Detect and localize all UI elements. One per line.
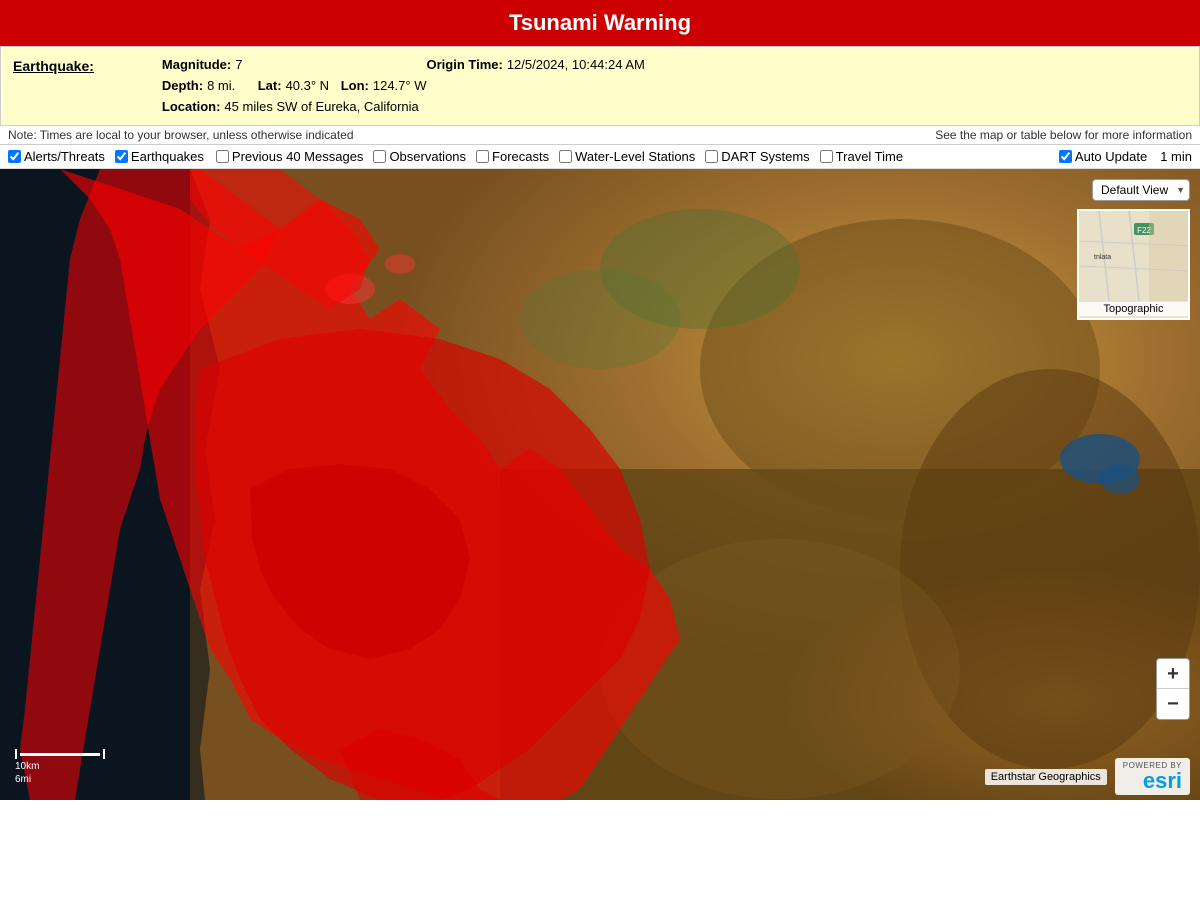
forecasts-checkbox[interactable] [476, 150, 489, 163]
tsunami-warning-header: Tsunami Warning [0, 0, 1200, 46]
forecasts-checkbox-item[interactable]: Forecasts [476, 149, 549, 164]
lat-value: 40.3° N [286, 76, 330, 97]
alerts-threats-checkbox[interactable] [8, 150, 21, 163]
alerts-threats-checkbox-item[interactable]: Alerts/Threats [8, 149, 105, 164]
attribution: Earthstar Geographics POWERED BY esri [985, 758, 1190, 795]
zoom-in-button[interactable]: + [1157, 659, 1189, 689]
esri-badge: POWERED BY esri [1115, 758, 1190, 795]
svg-text:tnlata: tnlata [1094, 254, 1111, 261]
esri-logo: esri [1143, 770, 1182, 792]
checkbox-bar: Alerts/Threats Earthquakes Previous 40 M… [0, 145, 1200, 169]
view-dropdown[interactable]: Default View Topographic Satellite Stree… [1092, 179, 1190, 201]
travel-time-label: Travel Time [836, 149, 903, 164]
lon-value: 124.7° W [373, 76, 427, 97]
note-right: See the map or table below for more info… [935, 128, 1192, 142]
map-view-selector[interactable]: Default View Topographic Satellite Stree… [1092, 179, 1190, 201]
auto-update-label: Auto Update [1075, 149, 1147, 164]
auto-update-section: Auto Update 1 min [1059, 149, 1192, 164]
dart-systems-label: DART Systems [721, 149, 809, 164]
alerts-threats-label: Alerts/Threats [24, 149, 105, 164]
location-value: 45 miles SW of Eureka, California [224, 97, 418, 118]
forecasts-label: Forecasts [492, 149, 549, 164]
view-dropdown-wrapper[interactable]: Default View Topographic Satellite Stree… [1092, 179, 1190, 201]
topo-label: Topographic [1079, 302, 1188, 316]
location-label: Location: [162, 97, 221, 118]
water-level-checkbox-item[interactable]: Water-Level Stations [559, 149, 695, 164]
auto-update-checkbox[interactable] [1059, 150, 1072, 163]
origin-time-label: Origin Time: [426, 55, 502, 76]
earthquakes-checkbox[interactable] [115, 150, 128, 163]
scale-label-km: 10km [15, 761, 39, 772]
previous40-checkbox[interactable] [216, 150, 229, 163]
depth-label: Depth: [162, 76, 203, 97]
auto-update-checkbox-item[interactable]: Auto Update [1059, 149, 1147, 164]
water-level-checkbox[interactable] [559, 150, 572, 163]
lon-label: Lon: [341, 76, 369, 97]
auto-update-interval: 1 min [1160, 149, 1192, 164]
previous40-checkbox-item[interactable]: Previous 40 Messages [216, 149, 364, 164]
travel-time-checkbox-item[interactable]: Travel Time [820, 149, 903, 164]
zoom-controls: + − [1156, 658, 1190, 720]
origin-time-value: 12/5/2024, 10:44:24 AM [507, 55, 645, 76]
magnitude-label: Magnitude: [162, 55, 231, 76]
lat-label: Lat: [258, 76, 282, 97]
earthquakes-checkbox-item[interactable]: Earthquakes [115, 149, 204, 164]
earthquake-info-panel: Earthquake: Magnitude: 7 Origin Time: 12… [0, 46, 1200, 126]
earthquake-section-label: Earthquake: [13, 55, 94, 77]
dart-systems-checkbox-item[interactable]: DART Systems [705, 149, 809, 164]
note-bar: Note: Times are local to your browser, u… [0, 126, 1200, 145]
water-level-label: Water-Level Stations [575, 149, 695, 164]
tsunami-red-overlay [0, 169, 1200, 800]
depth-value: 8 mi. [207, 76, 235, 97]
observations-checkbox-item[interactable]: Observations [373, 149, 466, 164]
scale-bar: 10km 6mi [15, 749, 105, 785]
previous40-label: Previous 40 Messages [232, 149, 364, 164]
note-left: Note: Times are local to your browser, u… [8, 128, 354, 142]
magnitude-value: 7 [235, 55, 242, 76]
earthstar-attribution: Earthstar Geographics [985, 769, 1107, 785]
dart-systems-checkbox[interactable] [705, 150, 718, 163]
scale-label-mi: 6mi [15, 774, 31, 785]
travel-time-checkbox[interactable] [820, 150, 833, 163]
observations-checkbox[interactable] [373, 150, 386, 163]
header-title: Tsunami Warning [509, 10, 691, 35]
zoom-out-button[interactable]: − [1157, 689, 1189, 719]
topo-thumbnail[interactable]: F22 tnlata Topographic [1077, 209, 1190, 320]
topo-thumbnail-image: F22 tnlata [1079, 211, 1190, 301]
observations-label: Observations [389, 149, 466, 164]
map-container[interactable]: Default View Topographic Satellite Stree… [0, 169, 1200, 800]
earthquakes-label: Earthquakes [131, 149, 204, 164]
